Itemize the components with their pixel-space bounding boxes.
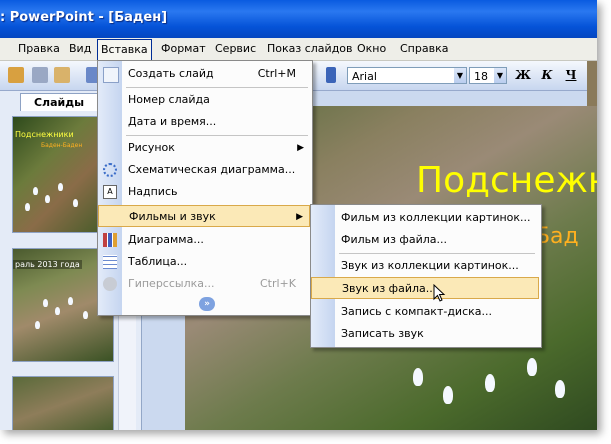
italic-button[interactable]: К — [538, 67, 556, 84]
menu-item-movie-from-file[interactable]: Фильм из файла... — [311, 229, 539, 251]
title-bar: : PowerPoint - [Баден] — [0, 0, 597, 38]
flower — [33, 187, 38, 195]
diagram-icon — [103, 163, 117, 177]
clipboard-icon[interactable] — [54, 67, 70, 83]
flower — [45, 195, 50, 203]
menu-item-chart[interactable]: Диаграмма... — [98, 229, 310, 251]
window-title: : PowerPoint - [Баден] — [0, 10, 168, 25]
menu-separator — [126, 87, 308, 88]
toolbar-options-icon[interactable] — [326, 67, 336, 83]
flower — [527, 358, 537, 376]
font-size-value: 18 — [474, 70, 488, 83]
menu-item-textbox[interactable]: A Надпись — [98, 181, 310, 203]
table-icon — [103, 255, 117, 269]
menu-item-slide-number[interactable]: Номер слайда — [98, 89, 310, 111]
menu-separator — [339, 253, 535, 254]
expand-menu-icon[interactable]: » — [199, 297, 215, 311]
thumbnail-subtitle: Баден-Баден — [41, 142, 83, 149]
menu-item-picture[interactable]: Рисунок ▶ — [98, 137, 310, 159]
menu-window[interactable]: Окно — [357, 38, 386, 60]
movies-sound-submenu: Фильм из коллекции картинок... Фильм из … — [310, 204, 542, 348]
menu-tools[interactable]: Сервис — [215, 38, 256, 60]
powerpoint-window: : PowerPoint - [Баден] Правка Вид Вставк… — [0, 0, 597, 430]
underline-button[interactable]: Ч — [562, 67, 580, 84]
submenu-arrow-icon: ▶ — [297, 143, 304, 153]
flower — [25, 203, 30, 211]
chevron-down-icon[interactable]: ▼ — [454, 68, 466, 83]
menu-item-table[interactable]: Таблица... — [98, 251, 310, 273]
hyperlink-icon — [103, 277, 117, 291]
menu-item-new-slide[interactable]: Создать слайд Ctrl+M — [98, 63, 310, 85]
menu-item-record-sound[interactable]: Записать звук — [311, 323, 539, 345]
menu-slideshow[interactable]: Показ слайдов — [267, 38, 353, 60]
bold-button[interactable]: Ж — [514, 67, 532, 84]
flower — [35, 321, 40, 329]
slide-thumbnail-3[interactable] — [12, 376, 114, 430]
thumbnail-caption: раль 2013 года — [13, 260, 82, 269]
menu-item-sound-from-file[interactable]: Звук из файла... — [311, 277, 539, 299]
flower — [43, 299, 48, 307]
menu-edit[interactable]: Правка — [18, 38, 60, 60]
menu-item-diagram[interactable]: Схематическая диаграмма... — [98, 159, 310, 181]
flower — [413, 368, 423, 386]
thumbnail-title: Подснежники — [15, 130, 74, 139]
font-name-value: Arial — [352, 70, 377, 83]
menu-item-play-cd-audio[interactable]: Запись с компакт-диска... — [311, 301, 539, 323]
submenu-arrow-icon: ▶ — [296, 212, 303, 222]
slide-title[interactable]: Подснежн — [416, 160, 597, 201]
chevron-down-icon[interactable]: ▼ — [494, 68, 506, 83]
font-size-select[interactable]: 18 ▼ — [469, 67, 507, 84]
menu-view[interactable]: Вид — [69, 38, 91, 60]
menu-item-sound-from-gallery[interactable]: Звук из коллекции картинок... — [311, 255, 539, 277]
mouse-cursor-icon — [433, 284, 446, 302]
flower — [443, 386, 453, 404]
copy-icon[interactable] — [32, 67, 48, 83]
insert-menu: Создать слайд Ctrl+M Номер слайда Дата и… — [97, 60, 313, 316]
flower — [55, 307, 60, 315]
menu-item-date-time[interactable]: Дата и время... — [98, 111, 310, 133]
flower — [68, 297, 73, 305]
menu-item-movies-sound[interactable]: Фильмы и звук ▶ — [98, 205, 310, 227]
flower — [58, 183, 63, 191]
chart-icon — [103, 233, 117, 247]
tab-slides[interactable]: Слайды — [20, 93, 98, 111]
textbox-icon: A — [103, 185, 117, 199]
menu-separator — [126, 135, 308, 136]
menu-help[interactable]: Справка — [400, 38, 448, 60]
menu-format[interactable]: Формат — [161, 38, 206, 60]
flower — [83, 311, 88, 319]
paste-icon[interactable] — [8, 67, 24, 83]
menu-item-hyperlink: Гиперссылка... Ctrl+K — [98, 273, 310, 295]
toolbar-overflow — [587, 61, 597, 106]
menu-bar: Правка Вид Вставка Формат Сервис Показ с… — [0, 38, 597, 61]
menu-insert[interactable]: Вставка — [97, 39, 152, 60]
flower — [485, 374, 495, 392]
menu-item-movie-from-gallery[interactable]: Фильм из коллекции картинок... — [311, 207, 539, 229]
new-slide-icon — [103, 67, 119, 83]
flower — [555, 380, 565, 398]
flower — [73, 199, 78, 207]
font-name-select[interactable]: Arial ▼ — [347, 67, 467, 84]
